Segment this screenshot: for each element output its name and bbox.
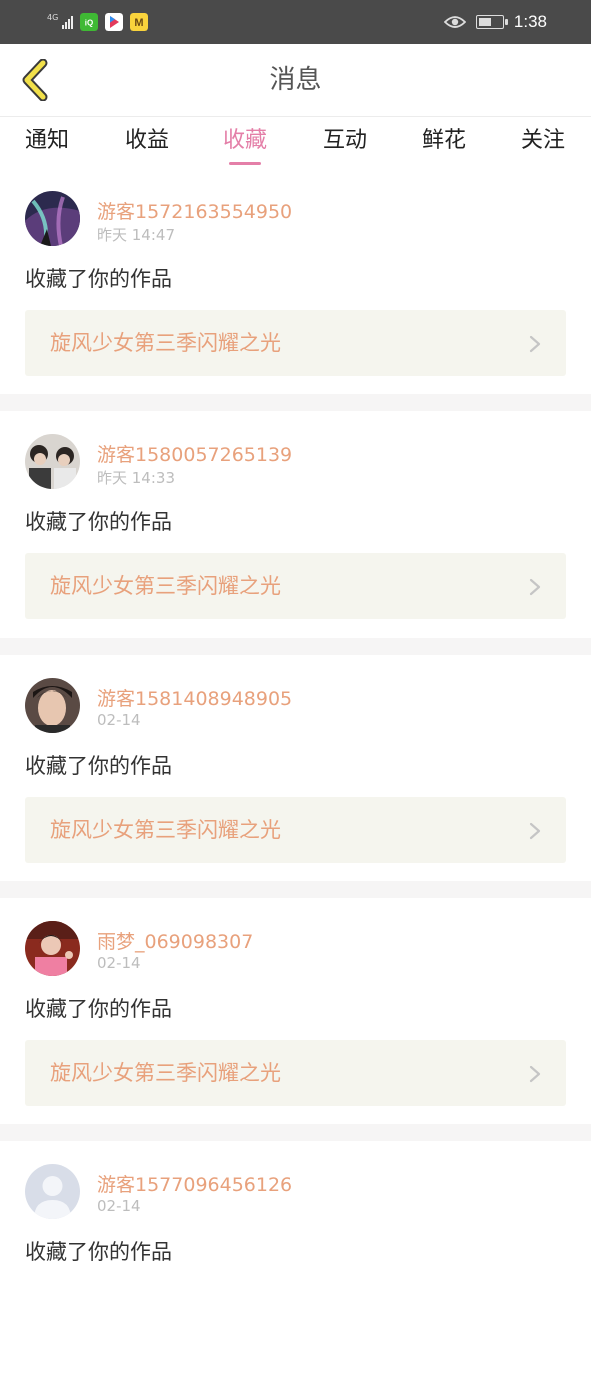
clock: 1:38 xyxy=(513,12,547,31)
tab-label: 收益 xyxy=(124,128,170,153)
work-title: 旋风少女第三季闪耀之光 xyxy=(50,574,281,598)
default-avatar-icon xyxy=(25,1164,80,1219)
work-link[interactable]: 旋风少女第三季闪耀之光 xyxy=(25,797,566,863)
username[interactable]: 游客1577096456126 xyxy=(97,1170,292,1197)
username[interactable]: 游客1580057265139 xyxy=(97,440,292,467)
avatar[interactable] xyxy=(25,434,80,489)
work-link[interactable]: 旋风少女第三季闪耀之光 xyxy=(25,310,566,376)
avatar[interactable] xyxy=(25,191,80,246)
work-title: 旋风少女第三季闪耀之光 xyxy=(50,818,281,842)
avatar-image xyxy=(25,434,80,489)
mango-app-icon: M xyxy=(130,13,149,31)
list-item: 游客1581408948905 02-14 收藏了你的作品 旋风少女第三季闪耀之… xyxy=(0,662,591,888)
signal-icon xyxy=(62,15,74,29)
status-right: 1:38 xyxy=(443,10,547,34)
chevron-right-icon xyxy=(529,335,541,353)
action-text: 收藏了你的作品 xyxy=(25,997,172,1021)
username[interactable]: 游客1581408948905 xyxy=(97,684,292,711)
eye-comfort-icon xyxy=(443,16,466,28)
action-text: 收藏了你的作品 xyxy=(25,1240,172,1264)
divider xyxy=(0,638,591,655)
divider xyxy=(0,881,591,898)
tab-earnings[interactable]: 收益 xyxy=(125,117,169,167)
tab-label: 关注 xyxy=(520,128,566,153)
list-item: 游客1577096456126 02-14 收藏了你的作品 xyxy=(0,1148,591,1374)
timestamp: 昨天 14:33 xyxy=(97,469,175,487)
tab-label: 收藏 xyxy=(222,128,268,153)
tab-indicator xyxy=(228,162,261,165)
tab-notifications[interactable]: 通知 xyxy=(25,117,69,167)
timestamp: 02-14 xyxy=(97,1197,141,1215)
work-title: 旋风少女第三季闪耀之光 xyxy=(50,331,281,355)
video-app-icon xyxy=(105,13,124,31)
action-text: 收藏了你的作品 xyxy=(25,267,172,291)
battery-icon xyxy=(475,15,508,29)
avatar[interactable] xyxy=(25,1164,80,1219)
chevron-right-icon xyxy=(529,822,541,840)
chevron-right-icon xyxy=(529,578,541,596)
timestamp: 昨天 14:47 xyxy=(97,226,175,244)
list-item: 游客1580057265139 昨天 14:33 收藏了你的作品 旋风少女第三季… xyxy=(0,418,591,644)
timestamp: 02-14 xyxy=(97,954,141,972)
list-item: 雨梦_069098307 02-14 收藏了你的作品 旋风少女第三季闪耀之光 xyxy=(0,905,591,1131)
tab-bar: 通知 收益 收藏 互动 鲜花 关注 xyxy=(0,117,591,167)
action-text: 收藏了你的作品 xyxy=(25,510,172,534)
divider xyxy=(0,1124,591,1141)
tab-flowers[interactable]: 鲜花 xyxy=(422,117,466,167)
username[interactable]: 游客1572163554950 xyxy=(97,197,292,224)
avatar[interactable] xyxy=(25,921,80,976)
action-text: 收藏了你的作品 xyxy=(25,754,172,778)
svg-text:M: M xyxy=(135,17,144,29)
status-bar: 4G iQ M 1:38 xyxy=(0,0,591,44)
tab-label: 互动 xyxy=(322,128,368,153)
tab-label: 通知 xyxy=(24,128,70,153)
timestamp: 02-14 xyxy=(97,711,141,729)
page-title: 消息 xyxy=(269,65,322,95)
battery-fill xyxy=(478,18,491,26)
header: 消息 xyxy=(0,44,591,117)
work-link[interactable]: 旋风少女第三季闪耀之光 xyxy=(25,553,566,619)
avatar-image xyxy=(25,191,80,246)
avatar-image xyxy=(25,678,80,733)
work-title: 旋风少女第三季闪耀之光 xyxy=(50,1061,281,1085)
tab-favorites[interactable]: 收藏 xyxy=(223,117,267,167)
divider xyxy=(0,394,591,411)
tab-label: 鲜花 xyxy=(421,128,467,153)
network-type: 4G xyxy=(47,13,59,22)
username[interactable]: 雨梦_069098307 xyxy=(97,927,253,954)
status-left: 4G iQ M xyxy=(47,12,149,32)
work-link[interactable]: 旋风少女第三季闪耀之光 xyxy=(25,1040,566,1106)
tab-interactions[interactable]: 互动 xyxy=(323,117,367,167)
iqiyi-app-icon: iQ xyxy=(80,13,99,31)
svg-text:iQ: iQ xyxy=(85,19,93,28)
avatar[interactable] xyxy=(25,678,80,733)
tab-following[interactable]: 关注 xyxy=(521,117,565,167)
avatar-image xyxy=(25,921,80,976)
chevron-right-icon xyxy=(529,1065,541,1083)
list-item: 游客1572163554950 昨天 14:47 收藏了你的作品 旋风少女第三季… xyxy=(0,175,591,401)
